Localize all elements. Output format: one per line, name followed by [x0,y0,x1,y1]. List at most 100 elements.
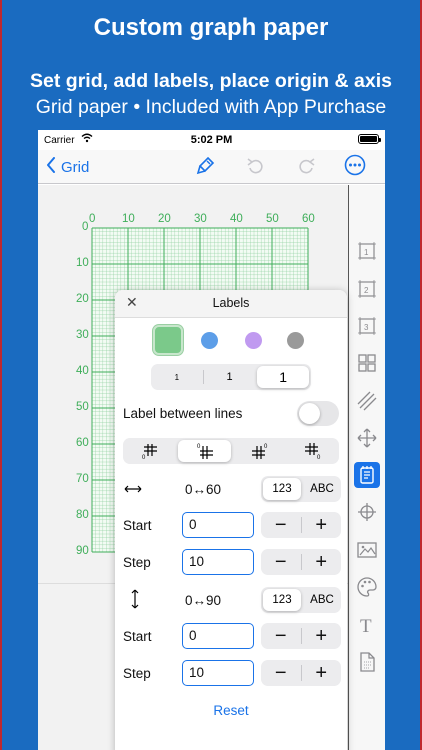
label-position-control: 0 0 0 0 [123,438,339,464]
undo-icon[interactable] [246,156,266,181]
svg-text:0: 0 [317,455,321,460]
promo-title: Custom graph paper [93,14,329,41]
reset-button[interactable]: Reset [115,703,347,718]
more-icon[interactable] [344,154,366,181]
x-start-increment-button[interactable]: + [302,512,342,538]
image-icon[interactable] [354,537,380,563]
back-button[interactable]: Grid [46,157,89,177]
back-label: Grid [61,158,90,176]
label-top-left-icon[interactable]: 0 [178,440,231,462]
label-bottom-right-icon[interactable]: 0 [286,438,339,464]
svg-text:1: 1 [364,248,369,257]
y-step-field[interactable]: 10 [182,660,254,686]
x-step-stepper: − + [261,549,341,575]
label-bottom-left-icon[interactable]: 0 [123,438,176,464]
text-icon[interactable]: T [354,611,380,637]
svg-text:0: 0 [264,444,268,450]
status-time: 5:02 PM [190,134,233,146]
origin-icon[interactable] [354,499,380,525]
y-tick-label: 80 [76,509,89,521]
x-tick-label: 60 [302,213,315,225]
horizontal-arrow-icon [123,482,143,500]
panel-title: Labels [212,296,250,310]
y-step-increment-button[interactable]: + [302,660,342,686]
svg-text:0: 0 [197,444,201,450]
color-swatch[interactable] [287,332,304,349]
y-step-label: Step [123,666,151,681]
promo-subtitle: Grid paper • Included with App Purchase [35,96,387,118]
y-tick-label: 40 [76,365,89,377]
panel-header: ✕ Labels [115,290,347,318]
vertical-arrow-icon [129,588,141,615]
y-start-label: Start [123,629,152,644]
color-swatch[interactable] [153,325,183,355]
label-top-right-icon[interactable]: 0 [233,438,286,464]
between-lines-toggle[interactable] [297,401,339,426]
x-tick-label: 30 [194,213,207,225]
y-format-numbers[interactable]: 123 [263,589,301,611]
battery-icon [358,134,381,144]
palette-icon[interactable] [354,574,380,600]
grid-layout-icon[interactable] [354,350,380,376]
x-range-text: 0↔60 [185,482,222,497]
margin-3-icon[interactable]: 3 [354,313,380,339]
y-step-decrement-button[interactable]: − [261,660,301,686]
y-tick-label: 0 [82,221,89,233]
hatch-icon[interactable] [354,388,380,414]
svg-text:3: 3 [364,323,369,332]
x-step-label: Step [123,555,151,570]
y-tick-label: 60 [76,437,89,449]
x-tick-label: 50 [266,213,279,225]
x-format-letters[interactable]: ABC [303,476,341,502]
labels-icon[interactable] [354,462,380,488]
x-format-numbers[interactable]: 123 [263,478,301,500]
toggle-knob [299,403,320,424]
margin-1-icon[interactable]: 1 [354,238,380,264]
y-tick-label: 30 [76,329,89,341]
margin-2-icon[interactable]: 2 [354,276,380,302]
color-swatch[interactable] [245,332,262,349]
size-medium-option[interactable]: 1 [204,364,256,390]
y-tick-label: 70 [76,473,89,485]
y-step-stepper: − + [261,660,341,686]
axis-move-icon[interactable] [354,425,380,451]
nav-bar: Grid [38,150,385,184]
y-tick-label: 20 [76,293,89,305]
label-size-control: 1 1 1 [151,364,311,390]
x-step-increment-button[interactable]: + [302,549,342,575]
x-format-control: 123 ABC [261,476,341,502]
y-start-field[interactable]: 0 [182,623,254,649]
svg-text:T: T [360,616,372,635]
svg-text:2: 2 [364,286,369,295]
size-large-option[interactable]: 1 [257,366,310,388]
x-step-decrement-button[interactable]: − [261,549,301,575]
color-swatch[interactable] [201,332,218,349]
x-tick-label: 40 [230,213,243,225]
y-format-control: 123 ABC [261,587,341,613]
y-range-text: 0↔90 [185,593,222,608]
y-start-stepper: − + [261,623,341,649]
tool-rail: 1 2 3 T [348,185,385,750]
x-start-label: Start [123,518,152,533]
redo-icon[interactable] [296,156,316,181]
y-tick-label: 90 [76,545,89,557]
y-start-increment-button[interactable]: + [302,623,342,649]
promo-subtitle-bold: Set grid, add labels, place origin & axi… [30,70,392,92]
x-start-field[interactable]: 0 [182,512,254,538]
size-small-option[interactable]: 1 [151,364,203,390]
labels-panel: ✕ Labels 1 1 1 Label between lines 0 0 0… [115,290,347,750]
between-lines-label: Label between lines [123,406,243,421]
paint-bucket-icon[interactable] [196,156,216,181]
back-chevron-icon [46,157,56,177]
page-icon[interactable] [354,649,380,675]
y-format-letters[interactable]: ABC [303,587,341,613]
y-tick-label: 10 [76,257,89,269]
svg-text:0: 0 [142,455,146,460]
x-start-decrement-button[interactable]: − [261,512,301,538]
x-start-stepper: − + [261,512,341,538]
x-tick-label: 10 [122,213,135,225]
y-tick-label: 50 [76,401,89,413]
x-tick-label: 20 [158,213,171,225]
y-start-decrement-button[interactable]: − [261,623,301,649]
x-step-field[interactable]: 10 [182,549,254,575]
